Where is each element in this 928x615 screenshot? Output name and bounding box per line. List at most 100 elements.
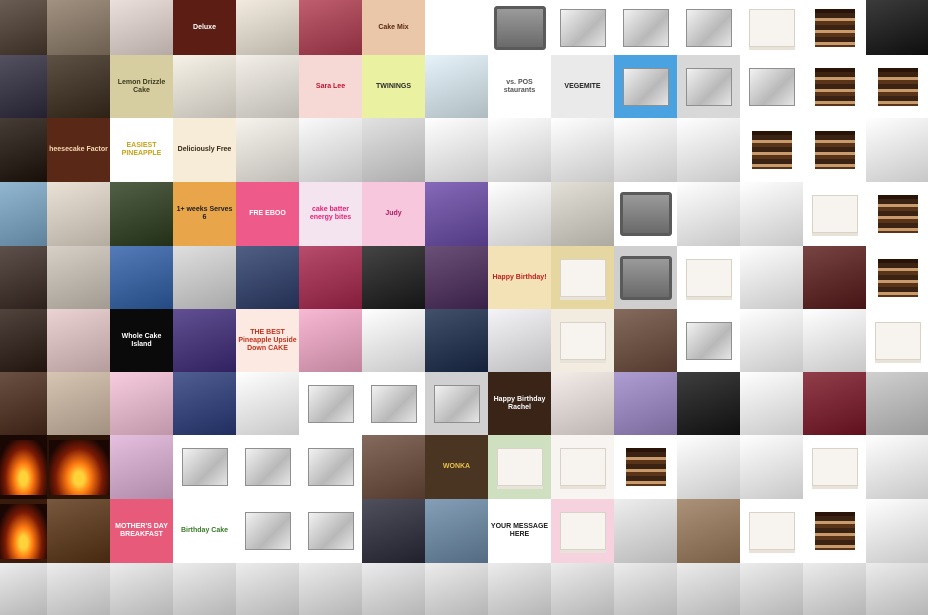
mosaic-tile: [110, 372, 173, 435]
mosaic-tile: [425, 182, 488, 246]
mosaic-tile: [866, 182, 928, 246]
mosaic-tile: [803, 246, 866, 309]
mosaic-tile: [677, 435, 740, 499]
mosaic-tile: [677, 182, 740, 246]
mosaic-tile: [677, 55, 740, 118]
mosaic-tile: [803, 309, 866, 372]
mosaic-tile: [47, 563, 110, 615]
tile-caption: Lemon Drizzle Cake: [117, 78, 166, 94]
fire-shape: [0, 503, 47, 559]
mosaic-tile: [551, 563, 614, 615]
mosaic-tile: [110, 182, 173, 246]
mosaic-tile: [0, 372, 47, 435]
mosaic-tile: THE BEST Pineapple Upside Down CAKE: [236, 309, 299, 372]
mosaic-tile: [299, 246, 362, 309]
mosaic-tile: [614, 563, 677, 615]
mosaic-tile: [173, 246, 236, 309]
mosaic-tile: [0, 563, 47, 615]
mosaic-tile: [173, 55, 236, 118]
tile-caption: heesecake Factor: [49, 146, 108, 153]
pan-silver-shape: [559, 8, 606, 47]
mosaic-tile: [803, 55, 866, 118]
tile-caption: TWININGS: [376, 82, 411, 90]
pan-silver-shape: [244, 512, 291, 550]
mosaic-tile: [236, 563, 299, 615]
pan-silver-shape: [622, 67, 669, 106]
tile-caption: 1+ weeks Serves 6: [176, 206, 233, 221]
mosaic-tile: [803, 372, 866, 435]
mosaic-tile: [47, 246, 110, 309]
tile-caption: Happy Birthday Rachel: [493, 395, 546, 411]
mosaic-tile: [173, 563, 236, 615]
mosaic-tile: [110, 563, 173, 615]
cake-white-shape: [748, 512, 795, 550]
mosaic-tile: [740, 182, 803, 246]
mosaic-tile: TWININGS: [362, 55, 425, 118]
mosaic-tile: [740, 55, 803, 118]
mosaic-tile: [866, 435, 928, 499]
tile-caption: VEGEMITE: [564, 82, 601, 90]
mosaic-tile: [362, 246, 425, 309]
mosaic-tile: [299, 563, 362, 615]
mosaic-tile: [299, 0, 362, 55]
tile-caption: Sara Lee: [315, 82, 346, 90]
mosaic-tile: [425, 563, 488, 615]
cake-white-shape: [685, 258, 732, 297]
pan-silver-shape: [244, 448, 291, 486]
mosaic-tile: Lemon Drizzle Cake: [110, 55, 173, 118]
mosaic-tile: [488, 118, 551, 182]
mosaic-tile: VEGEMITE: [551, 55, 614, 118]
mosaic-tile: [362, 118, 425, 182]
mosaic-tile: [803, 0, 866, 55]
mosaic-tile: [47, 435, 110, 499]
mosaic-tile: [551, 0, 614, 55]
mosaic-tile: [614, 499, 677, 563]
mosaic-tile: [866, 499, 928, 563]
mosaic-tile: [803, 182, 866, 246]
mosaic-tile: [803, 118, 866, 182]
mosaic-tile: [866, 55, 928, 118]
pan-square-shape: [619, 192, 672, 236]
mosaic-tile: [425, 499, 488, 563]
mosaic-tile: [236, 118, 299, 182]
mosaic-tile: [866, 563, 928, 615]
mosaic-tile: [488, 0, 551, 55]
cake-layer-shape: [877, 195, 918, 233]
mosaic-tile: [866, 309, 928, 372]
mosaic-tile: [740, 246, 803, 309]
tile-caption: THE BEST Pineapple Upside Down CAKE: [238, 328, 297, 352]
cake-layer-shape: [814, 8, 855, 47]
tile-caption: FRE EBOO: [249, 210, 286, 217]
mosaic-tile: [614, 118, 677, 182]
tile-caption: Judy: [385, 210, 402, 217]
mosaic-tile: [173, 435, 236, 499]
mosaic-tile: MOTHER'S DAY BREAKFAST: [110, 499, 173, 563]
cake-layer-shape: [814, 512, 855, 550]
mosaic-tile: Cake Mix: [362, 0, 425, 55]
cake-layer-shape: [814, 131, 855, 169]
pan-silver-shape: [307, 512, 354, 550]
mosaic-tile: [551, 118, 614, 182]
mosaic-tile: [362, 372, 425, 435]
mosaic-tile: YOUR MESSAGE HERE: [488, 499, 551, 563]
mosaic-tile: Sara Lee: [299, 55, 362, 118]
mosaic-tile: [47, 55, 110, 118]
mosaic-tile: [677, 563, 740, 615]
mosaic-tile: [614, 309, 677, 372]
pan-silver-shape: [307, 384, 354, 423]
mosaic-tile: [803, 435, 866, 499]
mosaic-tile: [551, 499, 614, 563]
mosaic-tile: [551, 435, 614, 499]
mosaic-tile: Deliciously Free: [173, 118, 236, 182]
mosaic-tile: [299, 118, 362, 182]
cake-white-shape: [559, 512, 606, 550]
mosaic-tile: [740, 435, 803, 499]
mosaic-tile: Happy Birthday!: [488, 246, 551, 309]
mosaic-tile: [677, 118, 740, 182]
mosaic-tile: [299, 499, 362, 563]
pan-silver-shape: [748, 67, 795, 106]
mosaic-tile: [110, 435, 173, 499]
mosaic-tile: [0, 0, 47, 55]
tile-caption: Happy Birthday!: [492, 273, 547, 281]
mosaic-tile: [110, 0, 173, 55]
